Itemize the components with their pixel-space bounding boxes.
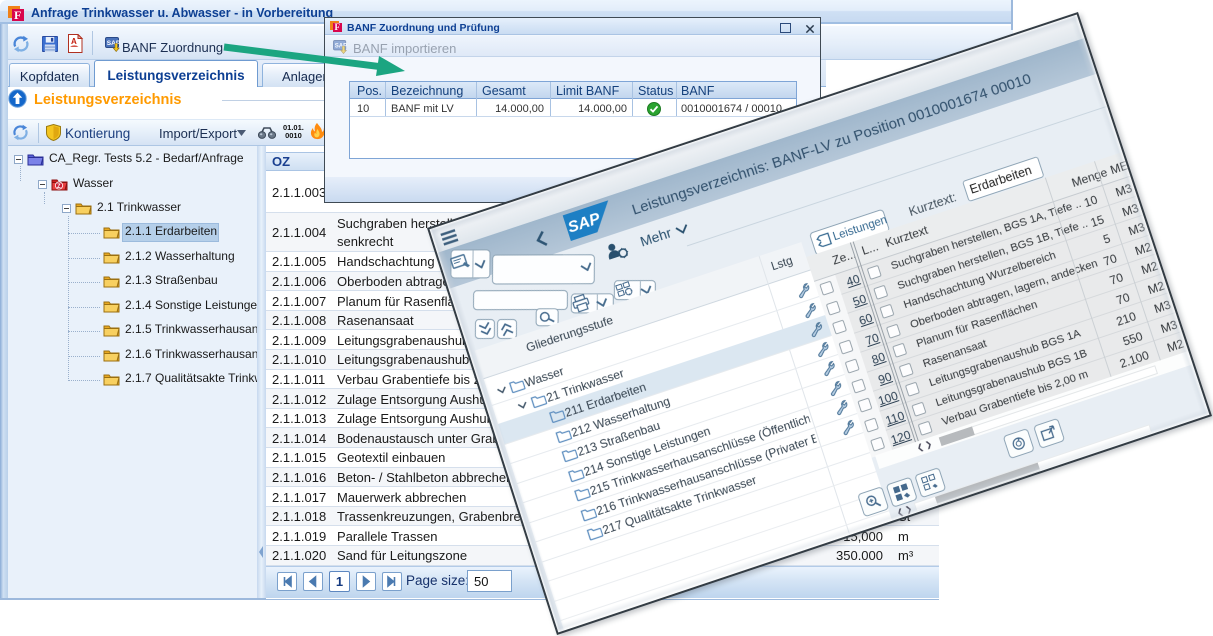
svg-text:Z: Z <box>57 184 61 190</box>
